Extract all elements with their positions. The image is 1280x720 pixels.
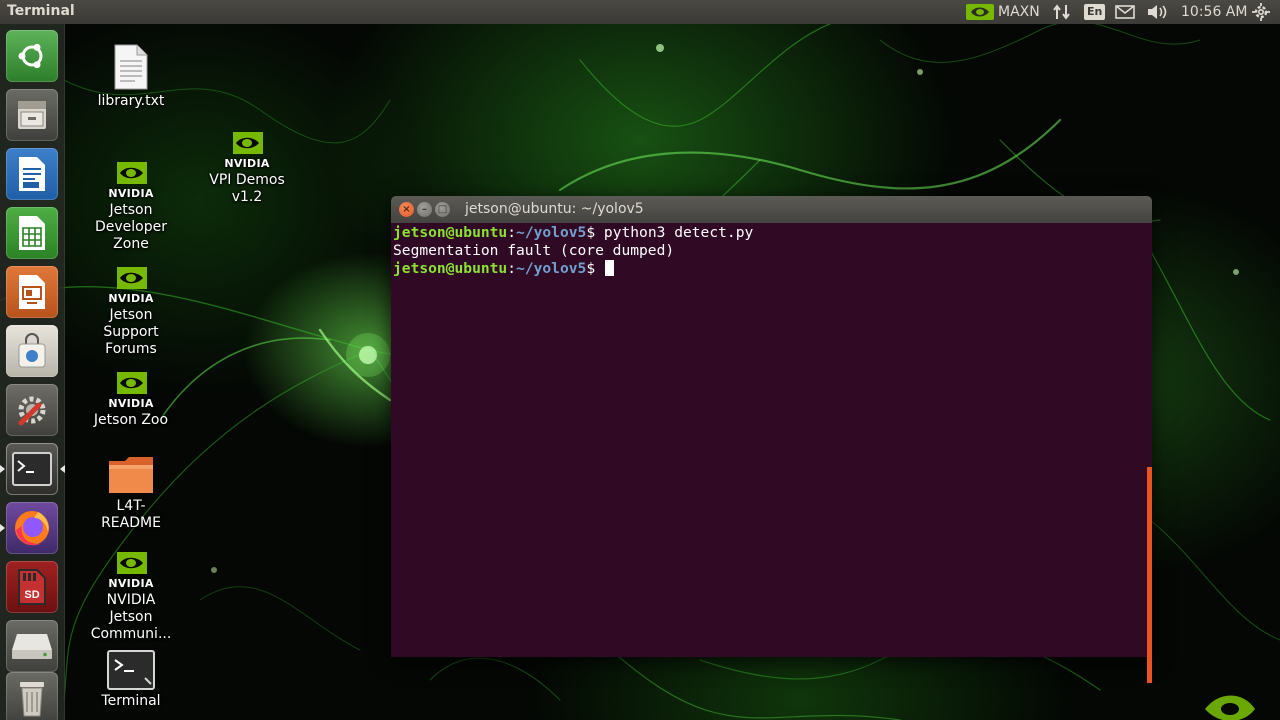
nvidia-wordmark: NVIDIA <box>108 292 154 305</box>
prompt-path: ~/yolov5 <box>516 260 587 277</box>
active-app-title: Terminal <box>7 3 75 19</box>
wallpaper-nvidia-logo-icon <box>1205 695 1255 720</box>
mail-icon[interactable] <box>1115 0 1135 24</box>
ubuntu-logo-icon <box>18 43 43 69</box>
firefox-icon <box>15 511 49 546</box>
prompt-path: ~/yolov5 <box>516 224 587 241</box>
close-icon: × <box>402 204 411 215</box>
terminal-content[interactable]: jetson@ubuntu:~/yolov5$ python3 detect.p… <box>391 223 1152 683</box>
terminal-window[interactable]: × – □ jetson@ubuntu: ~/yolov5 jetson@ubu… <box>391 196 1152 683</box>
desktop-icon-library-txt[interactable]: library.txt <box>81 44 181 110</box>
active-indicator <box>60 465 65 473</box>
nvidia-wordmark: NVIDIA <box>224 157 270 170</box>
launcher-item-libreoffice-impress[interactable] <box>6 266 58 318</box>
launcher-item-libreoffice-writer[interactable] <box>6 148 58 200</box>
clock[interactable]: 10:56 AM <box>1181 0 1247 24</box>
power-mode-label[interactable]: MAXN <box>998 0 1040 24</box>
window-titlebar[interactable]: × – □ jetson@ubuntu: ~/yolov5 <box>391 196 1152 223</box>
terminal-icon <box>107 650 155 690</box>
launcher-item-terminal[interactable] <box>0 443 65 495</box>
shopping-bag-icon <box>18 333 46 368</box>
network-icon[interactable] <box>1052 0 1072 24</box>
scrollbar[interactable] <box>1147 467 1152 683</box>
desktop-icon-label: Jetson Developer Zone <box>94 202 167 252</box>
prompt-symbol: $ <box>586 224 604 241</box>
sd-card-label: SD <box>24 589 39 601</box>
text-file-icon <box>114 44 148 90</box>
desktop-icon-label: NVIDIA Jetson Communi... <box>90 592 172 642</box>
prompt-separator: : <box>507 224 517 241</box>
launcher-item-files[interactable] <box>6 89 58 141</box>
trash-icon <box>20 682 44 717</box>
launcher-item-sd-card[interactable]: SD <box>6 561 58 613</box>
minimize-icon: – <box>422 204 427 215</box>
desktop-icon-label: Terminal <box>101 693 161 709</box>
volume-icon[interactable] <box>1147 0 1169 24</box>
nvidia-wordmark: NVIDIA <box>108 187 154 200</box>
launcher: SD <box>0 24 65 720</box>
text-cursor <box>604 260 614 276</box>
nvidia-icon <box>966 4 994 20</box>
prompt-symbol: $ <box>586 260 604 277</box>
nvidia-wordmark: NVIDIA <box>108 397 154 410</box>
prompt-separator: : <box>507 260 517 277</box>
close-button[interactable]: × <box>399 202 414 217</box>
spreadsheet-icon <box>19 216 45 250</box>
folder-icon <box>109 457 153 493</box>
desktop-icon-label: VPI Demos v1.2 <box>209 172 285 205</box>
desktop-icon-label: library.txt <box>97 93 165 109</box>
document-icon <box>19 157 45 191</box>
running-indicator <box>0 465 5 473</box>
desktop-icon-terminal[interactable]: Terminal <box>81 650 181 710</box>
launcher-item-software-center[interactable] <box>6 325 58 377</box>
maximize-button[interactable]: □ <box>435 202 450 217</box>
desktop-icon-nvidia-jetson-community[interactable]: NVIDIA NVIDIA Jetson Communi... <box>81 550 181 643</box>
prompt-user: jetson@ubuntu <box>393 260 508 277</box>
terminal-line: jetson@ubuntu:~/yolov5$ python3 detect.p… <box>393 224 753 242</box>
launcher-item-firefox[interactable] <box>0 502 58 554</box>
launcher-item-system-settings[interactable] <box>6 384 58 436</box>
terminal-line: jetson@ubuntu:~/yolov5$ <box>393 260 614 278</box>
launcher-item-libreoffice-calc[interactable] <box>6 207 58 259</box>
keyboard-layout-indicator[interactable]: En <box>1084 0 1106 24</box>
desktop-icon-label: Jetson Zoo <box>93 412 169 428</box>
desktop-icon-label: Jetson Support Forums <box>103 307 159 357</box>
desktop-icon-label: L4T-README <box>101 498 161 531</box>
top-panel: Terminal MAXN En 10:56 AM <box>0 0 1280 24</box>
output-text: Segmentation fault (core dumped) <box>393 242 675 259</box>
keyboard-layout-label: En <box>1084 4 1106 20</box>
settings-gear-icon[interactable] <box>1252 0 1270 24</box>
file-cabinet-icon <box>18 101 46 129</box>
nvidia-wordmark: NVIDIA <box>108 577 154 590</box>
desktop-icon-jetson-support-forums[interactable]: NVIDIA Jetson Support Forums <box>81 265 181 358</box>
running-indicator <box>0 524 5 532</box>
maximize-icon: □ <box>437 204 448 215</box>
window-title: jetson@ubuntu: ~/yolov5 <box>465 201 644 217</box>
desktop-icon-jetson-zoo[interactable]: NVIDIA Jetson Zoo <box>81 370 181 429</box>
minimize-button[interactable]: – <box>417 202 432 217</box>
launcher-item-drive[interactable] <box>6 620 58 672</box>
command-text: python3 detect.py <box>603 224 754 241</box>
desktop-icon-l4t-readme[interactable]: L4T-README <box>81 455 181 532</box>
launcher-item-ubuntu-dash[interactable] <box>6 30 58 82</box>
desktop-icon-vpi-demos[interactable]: NVIDIA VPI Demos v1.2 <box>197 130 297 206</box>
launcher-item-trash[interactable] <box>6 672 58 720</box>
terminal-line: Segmentation fault (core dumped) <box>393 242 674 260</box>
sd-card-icon: SD <box>18 569 46 605</box>
drive-icon <box>12 634 52 659</box>
wrench-gear-icon <box>18 396 46 426</box>
terminal-icon <box>12 452 52 486</box>
nvidia-power-mode-indicator[interactable] <box>966 0 994 24</box>
presentation-icon <box>19 275 45 309</box>
prompt-user: jetson@ubuntu <box>393 224 508 241</box>
desktop-icon-jetson-developer-zone[interactable]: NVIDIA Jetson Developer Zone <box>81 160 181 253</box>
